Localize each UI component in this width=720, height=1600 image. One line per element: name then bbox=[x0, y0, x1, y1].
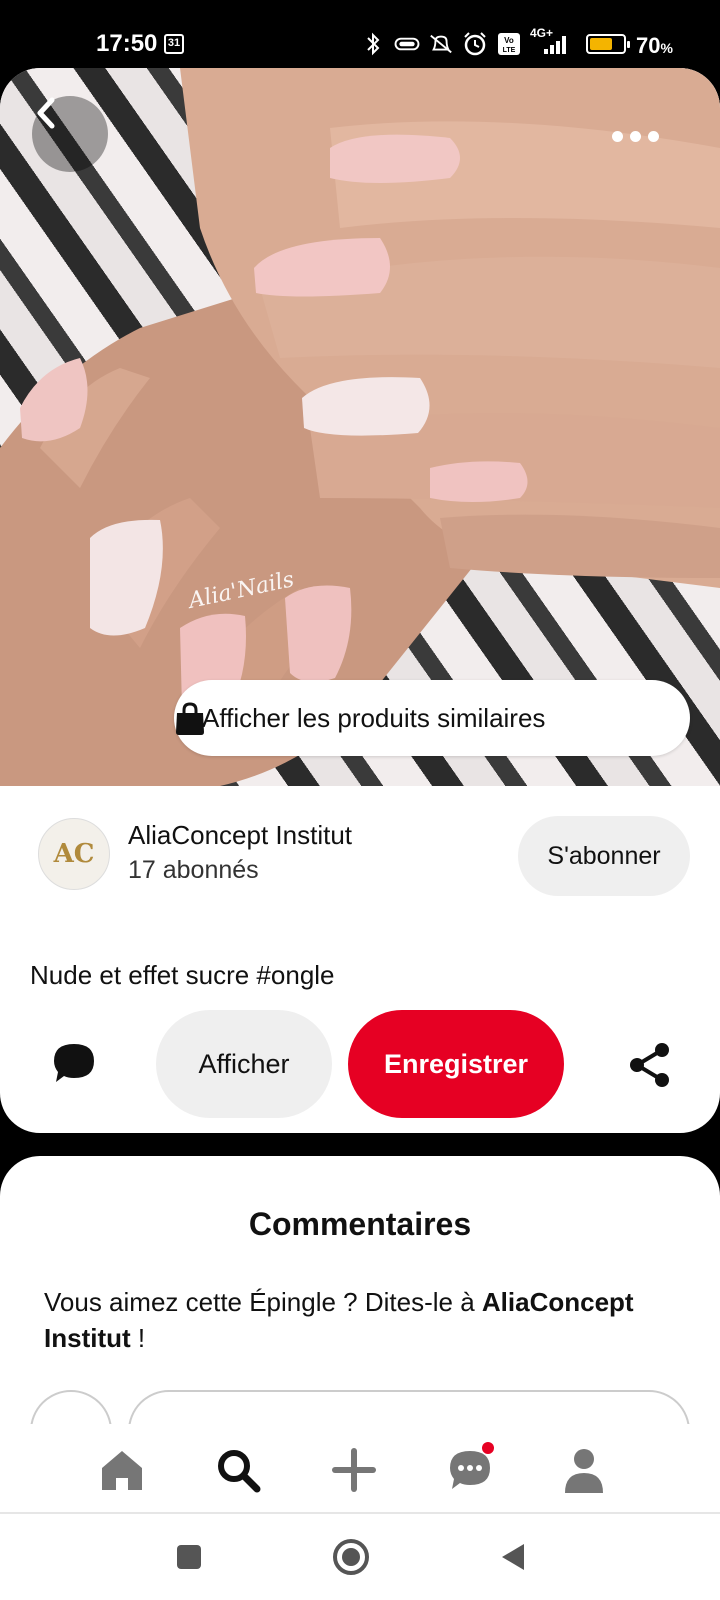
more-dot-icon bbox=[647, 130, 659, 142]
search-icon bbox=[218, 1450, 261, 1493]
pin-card: Alia'Nails Afficher les produits similai… bbox=[0, 68, 720, 1133]
status-bar: 17:50 31 Vo LTE 4G+ 70% bbox=[0, 0, 720, 70]
battery-percent-unit: % bbox=[660, 40, 673, 56]
creator-followers: 17 abonnés bbox=[128, 856, 259, 884]
pin-actions: Afficher Enregistrer bbox=[0, 1008, 720, 1120]
more-dot-icon bbox=[611, 130, 623, 142]
home-system-button[interactable] bbox=[326, 1532, 376, 1582]
battery-percent: 70% bbox=[636, 33, 673, 59]
share-icon bbox=[630, 1043, 669, 1087]
battery-fill bbox=[590, 38, 613, 50]
creator-avatar-logo: AC bbox=[53, 839, 95, 869]
comments-title: Commentaires bbox=[248, 1206, 472, 1242]
network-label: 4G+ bbox=[530, 26, 554, 40]
comment-button[interactable] bbox=[52, 1042, 96, 1089]
battery-icon bbox=[586, 34, 630, 54]
creator-avatar[interactable]: AC bbox=[38, 818, 110, 890]
share-button[interactable] bbox=[628, 1042, 672, 1093]
notification-badge bbox=[482, 1442, 494, 1454]
battery-percent-value: 70 bbox=[636, 33, 661, 58]
recents-icon bbox=[177, 1545, 201, 1569]
signal-icon: 4G+ bbox=[530, 26, 574, 56]
mute-icon bbox=[428, 32, 454, 56]
recents-button[interactable] bbox=[164, 1532, 214, 1582]
messages-icon bbox=[450, 1451, 490, 1489]
back-system-button[interactable] bbox=[488, 1532, 538, 1582]
comments-prompt: Vous aimez cette Épingle ? Dites-le à Al… bbox=[44, 1284, 684, 1356]
comment-icon bbox=[54, 1044, 94, 1082]
vpn-icon bbox=[394, 32, 420, 56]
nav-messages[interactable] bbox=[440, 1442, 500, 1498]
follow-button[interactable]: S'abonner bbox=[518, 816, 690, 896]
more-dot-icon bbox=[629, 130, 641, 142]
system-nav-bar bbox=[0, 1514, 720, 1600]
status-time: 17:50 bbox=[96, 30, 158, 57]
more-options-button[interactable] bbox=[600, 108, 670, 164]
nav-profile[interactable] bbox=[554, 1442, 614, 1498]
nav-create[interactable] bbox=[324, 1442, 384, 1498]
nav-search[interactable] bbox=[208, 1442, 268, 1498]
calendar-icon: 31 bbox=[164, 34, 184, 54]
save-button[interactable]: Enregistrer bbox=[348, 1010, 564, 1118]
volte-icon: Vo LTE bbox=[496, 32, 522, 56]
profile-icon bbox=[565, 1449, 603, 1493]
creator-row: AC AliaConcept Institut 17 abonnés S'abo… bbox=[0, 808, 720, 898]
add-icon bbox=[332, 1448, 376, 1492]
bluetooth-icon bbox=[360, 32, 386, 56]
bottom-nav bbox=[0, 1424, 720, 1514]
show-button[interactable]: Afficher bbox=[156, 1010, 332, 1118]
pin-description: Nude et effet sucre #ongle bbox=[30, 960, 335, 990]
pin-image[interactable]: Alia'Nails Afficher les produits similai… bbox=[0, 68, 720, 786]
creator-name[interactable]: AliaConcept Institut bbox=[128, 820, 352, 851]
back-triangle-icon bbox=[502, 1544, 524, 1570]
hand-illustration bbox=[0, 68, 720, 786]
back-button[interactable] bbox=[32, 96, 108, 172]
status-icons: Vo LTE 4G+ bbox=[360, 26, 630, 58]
comments-prompt-text: Vous aimez cette Épingle ? Dites-le à bbox=[44, 1287, 482, 1317]
comments-prompt-end: ! bbox=[130, 1323, 146, 1353]
svg-text:LTE: LTE bbox=[503, 47, 516, 54]
home-circle-icon bbox=[333, 1539, 369, 1575]
comments-section: Commentaires Vous aimez cette Épingle ? … bbox=[0, 1156, 720, 1446]
home-icon bbox=[102, 1451, 142, 1490]
svg-text:Vo: Vo bbox=[504, 36, 514, 45]
shopping-bag-icon bbox=[176, 702, 204, 735]
chevron-left-icon bbox=[37, 97, 55, 129]
similar-products-button[interactable]: Afficher les produits similaires bbox=[174, 680, 690, 756]
nav-home[interactable] bbox=[92, 1442, 152, 1498]
alarm-icon bbox=[462, 32, 488, 56]
similar-products-label: Afficher les produits similaires bbox=[202, 702, 546, 733]
